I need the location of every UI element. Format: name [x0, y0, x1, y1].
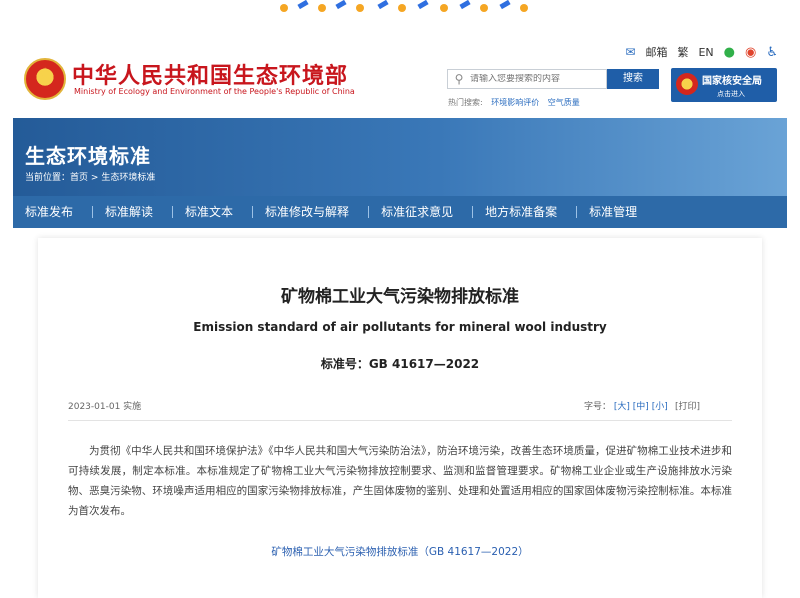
nav-item-standard-interpretation[interactable]: 标准解读 [93, 196, 174, 228]
font-size-medium[interactable]: [中] [633, 402, 649, 412]
breadcrumb-home[interactable]: 首页 [70, 173, 88, 183]
section-title: 生态环境标准 [25, 144, 151, 168]
nav-item-standard-text[interactable]: 标准文本 [173, 196, 254, 228]
effective-date: 2023-01-01 实施 [68, 402, 142, 412]
english-link[interactable]: EN [698, 46, 713, 59]
search-input[interactable] [470, 74, 604, 84]
font-size-label: 字号： [584, 402, 612, 412]
mail-link[interactable]: 邮箱 [645, 44, 667, 60]
nnsa-emblem-icon [676, 73, 698, 95]
print-link[interactable]: [打印] [675, 399, 700, 412]
mail-icon[interactable]: ✉ [625, 45, 635, 59]
search-bar: ⚲ 搜索 [447, 69, 659, 89]
site-header: 中华人民共和国生态环境部 Ministry of Ecology and Env… [0, 36, 800, 118]
nnsa-subtitle: 点击进入 [717, 90, 745, 98]
hot-search-label: 热门搜索: [448, 98, 483, 107]
search-field: ⚲ [447, 69, 607, 89]
nnsa-title: 国家核安全局 [702, 76, 762, 87]
article-body: 为贯彻《中华人民共和国环境保护法》《中华人民共和国大气污染防治法》，防治环境污染… [68, 445, 732, 517]
nav-item-standard-release[interactable]: 标准发布 [13, 196, 94, 228]
article-title-english: Emission standard of air pollutants for … [193, 320, 607, 334]
site-title[interactable]: 中华人民共和国生态环境部 [72, 58, 348, 90]
search-icon: ⚲ [454, 72, 464, 86]
divider [68, 420, 732, 421]
search-button[interactable]: 搜索 [607, 69, 659, 89]
nav-item-public-comment[interactable]: 标准征求意见 [369, 196, 474, 228]
article-title: 矿物棉工业大气污染物排放标准 [281, 287, 519, 307]
attachment-link[interactable]: 矿物棉工业大气污染物排放标准（GB 41617—2022） [38, 544, 762, 559]
article-card: 矿物棉工业大气污染物排放标准 Emission standard of air … [38, 238, 762, 598]
font-size-controls: 字号： [大] [中] [小] [584, 399, 668, 412]
wechat-icon[interactable]: ● [724, 45, 735, 60]
hot-search-item[interactable]: 空气质量 [548, 98, 580, 107]
national-emblem-icon[interactable] [24, 58, 66, 100]
nav-item-local-standards[interactable]: 地方标准备案 [473, 196, 578, 228]
breadcrumb: 当前位置：首页 > 生态环境标准 [25, 170, 155, 183]
hot-searches: 热门搜索: 环境影响评价 空气质量 [448, 97, 580, 108]
decorative-confetti [0, 0, 800, 16]
nav-item-amendments[interactable]: 标准修改与解释 [253, 196, 370, 228]
site-subtitle: Ministry of Ecology and Environment of t… [74, 87, 355, 96]
main-nav: 标准发布 标准解读 标准文本 标准修改与解释 标准征求意见 地方标准备案 标准管… [13, 196, 787, 228]
breadcrumb-label: 当前位置： [25, 173, 71, 183]
nav-item-standard-management[interactable]: 标准管理 [577, 196, 657, 228]
accessibility-icon[interactable]: ♿ [766, 45, 778, 60]
top-links: ✉ 邮箱 繁 EN ● ◉ ♿ [625, 44, 778, 60]
breadcrumb-separator: > [90, 173, 99, 183]
font-size-large[interactable]: [大] [614, 402, 630, 412]
nnsa-link-banner[interactable]: 国家核安全局 点击进入 [671, 68, 777, 102]
weibo-icon[interactable]: ◉ [745, 45, 756, 60]
traditional-chinese-link[interactable]: 繁 [677, 44, 688, 60]
hot-search-item[interactable]: 环境影响评价 [491, 98, 539, 107]
breadcrumb-current[interactable]: 生态环境标准 [101, 173, 155, 183]
section-banner: 生态环境标准 当前位置：首页 > 生态环境标准 [13, 118, 787, 196]
font-size-small[interactable]: [小] [652, 402, 668, 412]
standard-number: 标准号：GB 41617—2022 [320, 357, 480, 371]
